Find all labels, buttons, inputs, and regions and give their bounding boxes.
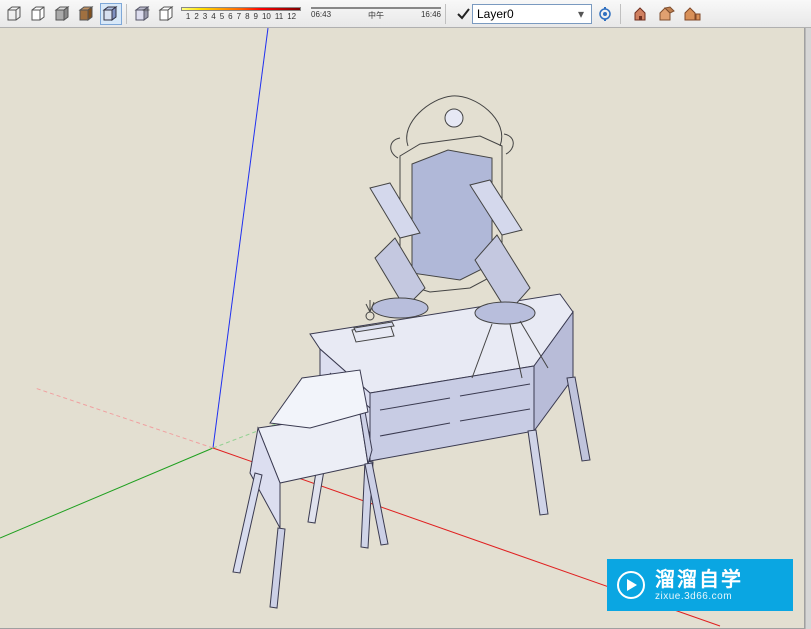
style-hidden-button[interactable]: [28, 3, 50, 25]
style-wireframe-button[interactable]: [4, 3, 26, 25]
time-slider[interactable]: 06:43 中午 16:46: [311, 7, 441, 21]
play-icon: [607, 569, 655, 601]
layer-manager-button[interactable]: [594, 3, 616, 25]
month-labels: 1 2 3 4 5 6 7 8 9 10 11 12: [186, 12, 296, 21]
layer-group: Layer0 ▾: [456, 3, 616, 25]
building-preset-3-button[interactable]: [681, 3, 703, 25]
style-shaded-button[interactable]: [52, 3, 74, 25]
layer-dropdown[interactable]: Layer0 ▾: [472, 4, 592, 24]
check-icon: [456, 7, 470, 21]
month-slider[interactable]: 1 2 3 4 5 6 7 8 9 10 11 12: [181, 7, 301, 21]
toolbar-separator: [445, 4, 446, 24]
3d-viewport[interactable]: [0, 28, 805, 629]
building-presets: [631, 3, 703, 25]
time-labels: 06:43 中午 16:46: [311, 10, 441, 21]
toolbar-separator: [620, 4, 621, 24]
shadow-settings-button[interactable]: [155, 3, 177, 25]
building-preset-1-button[interactable]: [631, 3, 653, 25]
chevron-down-icon: ▾: [575, 7, 587, 21]
shadow-toggle-button[interactable]: [131, 3, 153, 25]
watermark-badge: 溜溜自学 zixue.3d66.com: [607, 559, 793, 611]
watermark-subtitle: zixue.3d66.com: [655, 591, 743, 602]
style-monochrome-button[interactable]: [100, 3, 122, 25]
shadow-group: [131, 3, 177, 25]
toolbar-separator: [126, 4, 127, 24]
watermark-title: 溜溜自学: [655, 569, 743, 591]
layer-name: Layer0: [477, 7, 514, 21]
style-shaded-textures-button[interactable]: [76, 3, 98, 25]
vertical-scrollbar[interactable]: [805, 28, 811, 629]
display-styles-group: [4, 3, 122, 25]
main-toolbar: 1 2 3 4 5 6 7 8 9 10 11 12 06:43 中午 16:4…: [0, 0, 811, 28]
building-preset-2-button[interactable]: [656, 3, 678, 25]
